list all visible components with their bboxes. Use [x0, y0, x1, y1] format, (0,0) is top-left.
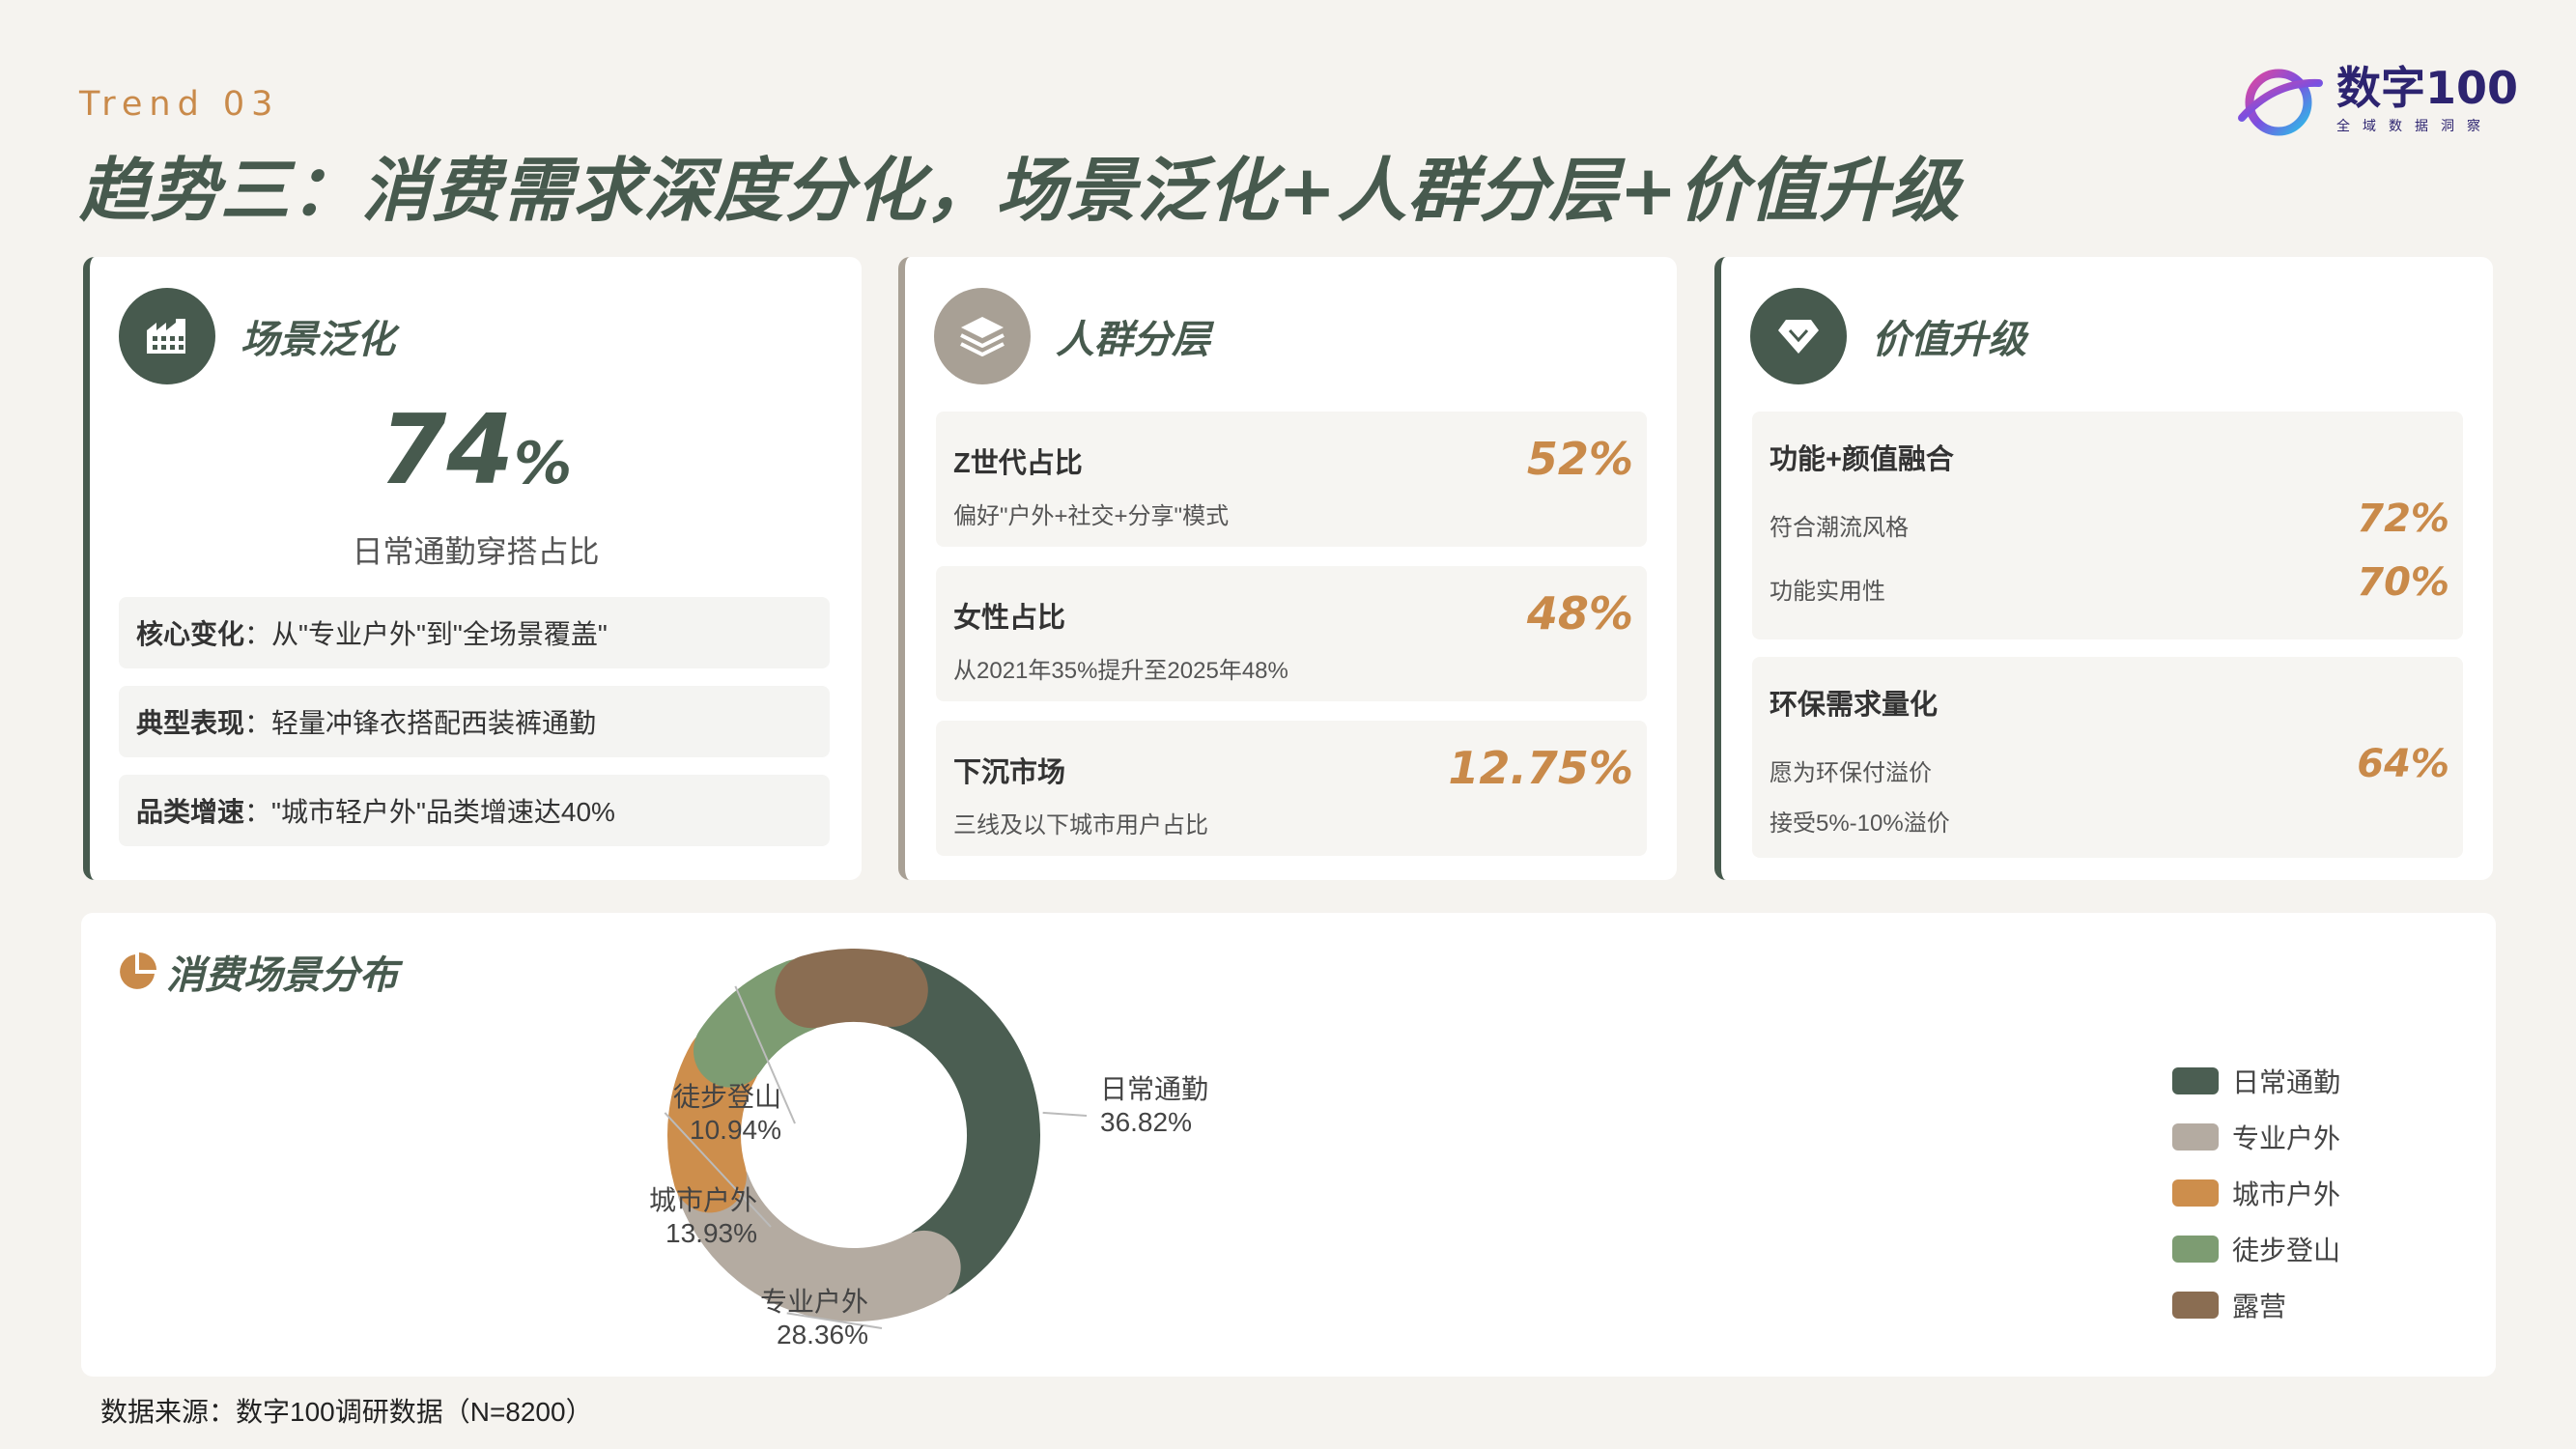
logo-subtitle: 全域数据洞察	[2335, 119, 2493, 134]
brand-logo: 数字100 全域数据洞察	[2236, 58, 2518, 143]
stat-value: 48%	[1526, 587, 1633, 639]
legend-item: 徒步登山	[2172, 1221, 2340, 1277]
stat-title: Z世代占比	[953, 448, 1083, 479]
legend-swatch	[2172, 1236, 2219, 1263]
legend-item: 专业户外	[2172, 1109, 2340, 1165]
legend-swatch	[2172, 1292, 2219, 1319]
card-value: 价值升级 功能+颜值融合 符合潮流风格 72% 功能实用性 70% 环保需求量化…	[1714, 257, 2493, 880]
chart-legend: 日常通勤专业户外城市户外徒步登山露营	[2172, 1053, 2340, 1333]
legend-item: 日常通勤	[2172, 1053, 2340, 1109]
stat-box: 女性占比 从2021年35%提升至2025年48% 48%	[936, 566, 1647, 701]
stat-box: 下沉市场 三线及以下城市用户占比 12.75%	[936, 721, 1647, 856]
donut-slice-5	[775, 949, 928, 1029]
diamond-icon	[1750, 288, 1847, 384]
big-percent-caption: 日常通勤穿搭占比	[352, 534, 600, 569]
slice-label-name: 城市户外	[649, 1185, 757, 1215]
info-row: 典型表现 ：轻量冲锋衣搭配西装裤通勤	[119, 686, 830, 757]
big-percent: 74%	[90, 392, 862, 508]
card-crowd: 人群分层 Z世代占比 偏好"户外+社交+分享"模式 52% 女性占比 从2021…	[898, 257, 1677, 880]
legend-label: 城市户外	[2232, 1179, 2341, 1209]
stat-title: 下沉市场	[953, 757, 1066, 788]
chart-panel: 消费场景分布 日常通勤 36.82% 专业户外 28.36% 城市户外 13.93% 徒步登…	[81, 913, 2496, 1377]
value-line-label: 功能实用性	[1769, 579, 1885, 605]
factory-icon	[119, 288, 215, 384]
info-row-text: ：从"专业户外"到"全场景覆盖"	[244, 619, 608, 649]
value-line-label: 愿为环保付溢价	[1769, 760, 1932, 786]
value-line-percent: 72%	[2357, 497, 2449, 541]
stat-subtitle: 三线及以下城市用户占比	[953, 812, 1208, 838]
legend-label: 徒步登山	[2232, 1236, 2341, 1265]
value-box-title: 功能+颜值融合	[1769, 444, 1954, 475]
stat-box: Z世代占比 偏好"户外+社交+分享"模式 52%	[936, 412, 1647, 547]
stat-value: 52%	[1526, 433, 1633, 485]
legend-label: 专业户外	[2232, 1123, 2341, 1153]
big-percent-value: 74	[379, 393, 515, 506]
card-scene: 场景泛化 74% 日常通勤穿搭占比 核心变化 ：从"专业户外"到"全场景覆盖" 典…	[83, 257, 862, 880]
stat-subtitle: 偏好"户外+社交+分享"模式	[953, 503, 1230, 529]
value-box: 环保需求量化 愿为环保付溢价 64% 接受5%-10%溢价	[1752, 657, 2463, 858]
stat-value: 12.75%	[1448, 742, 1633, 794]
value-line-percent: 64%	[2357, 742, 2449, 786]
legend-label: 露营	[2232, 1292, 2287, 1321]
info-row-key: 典型表现	[136, 708, 245, 738]
donut-slice-1	[866, 956, 1040, 1298]
donut-chart: 日常通勤36.82% 专业户外28.36% 城市户外13.93% 徒步登山10.94%	[649, 949, 1208, 1350]
page-title: 趋势三：消费需求深度分化，场景泛化+人群分层+价值升级	[79, 150, 1961, 231]
value-box: 功能+颜值融合 符合潮流风格 72% 功能实用性 70%	[1752, 412, 2463, 639]
value-line-label: 接受5%-10%溢价	[1769, 810, 1950, 837]
card-title: 价值升级	[1872, 318, 2026, 362]
legend-item: 城市户外	[2172, 1165, 2340, 1221]
slice-label-name: 徒步登山	[673, 1082, 781, 1112]
slice-label-value: 36.82%	[1100, 1107, 1192, 1137]
info-row-text: ："城市轻户外"品类增速达40%	[244, 797, 615, 827]
logo-name: 数字100	[2335, 62, 2518, 114]
card-title: 人群分层	[1056, 318, 1210, 362]
slice-label-name: 日常通勤	[1100, 1074, 1208, 1104]
value-box-title: 环保需求量化	[1769, 690, 1939, 721]
info-row: 品类增速 ："城市轻户外"品类增速达40%	[119, 775, 830, 846]
slice-label-value: 10.94%	[690, 1115, 781, 1145]
info-row-key: 核心变化	[136, 619, 245, 649]
card-title: 场景泛化	[241, 318, 395, 362]
slice-label-name: 专业户外	[760, 1287, 868, 1317]
data-source: 数据来源：数字100调研数据（N=8200）	[100, 1397, 593, 1427]
info-row-text: ：轻量冲锋衣搭配西装裤通勤	[244, 708, 597, 738]
slice-label-value: 13.93%	[665, 1218, 757, 1248]
stat-subtitle: 从2021年35%提升至2025年48%	[953, 658, 1288, 684]
legend-swatch	[2172, 1123, 2219, 1151]
slice-label-value: 28.36%	[777, 1320, 868, 1350]
trend-label: Trend 03	[79, 85, 280, 124]
info-row-key: 品类增速	[136, 797, 245, 827]
stat-title: 女性占比	[953, 603, 1066, 634]
legend-item: 露营	[2172, 1277, 2340, 1333]
legend-label: 日常通勤	[2232, 1067, 2341, 1097]
layers-icon	[934, 288, 1031, 384]
value-line-label: 符合潮流风格	[1769, 515, 1909, 541]
logo-icon	[2237, 69, 2323, 136]
legend-swatch	[2172, 1179, 2219, 1207]
legend-swatch	[2172, 1067, 2219, 1094]
big-percent-unit: %	[514, 430, 573, 497]
info-row: 核心变化 ：从"专业户外"到"全场景覆盖"	[119, 597, 830, 668]
label-leader-line	[1042, 1111, 1088, 1117]
value-line-percent: 70%	[2357, 560, 2449, 605]
